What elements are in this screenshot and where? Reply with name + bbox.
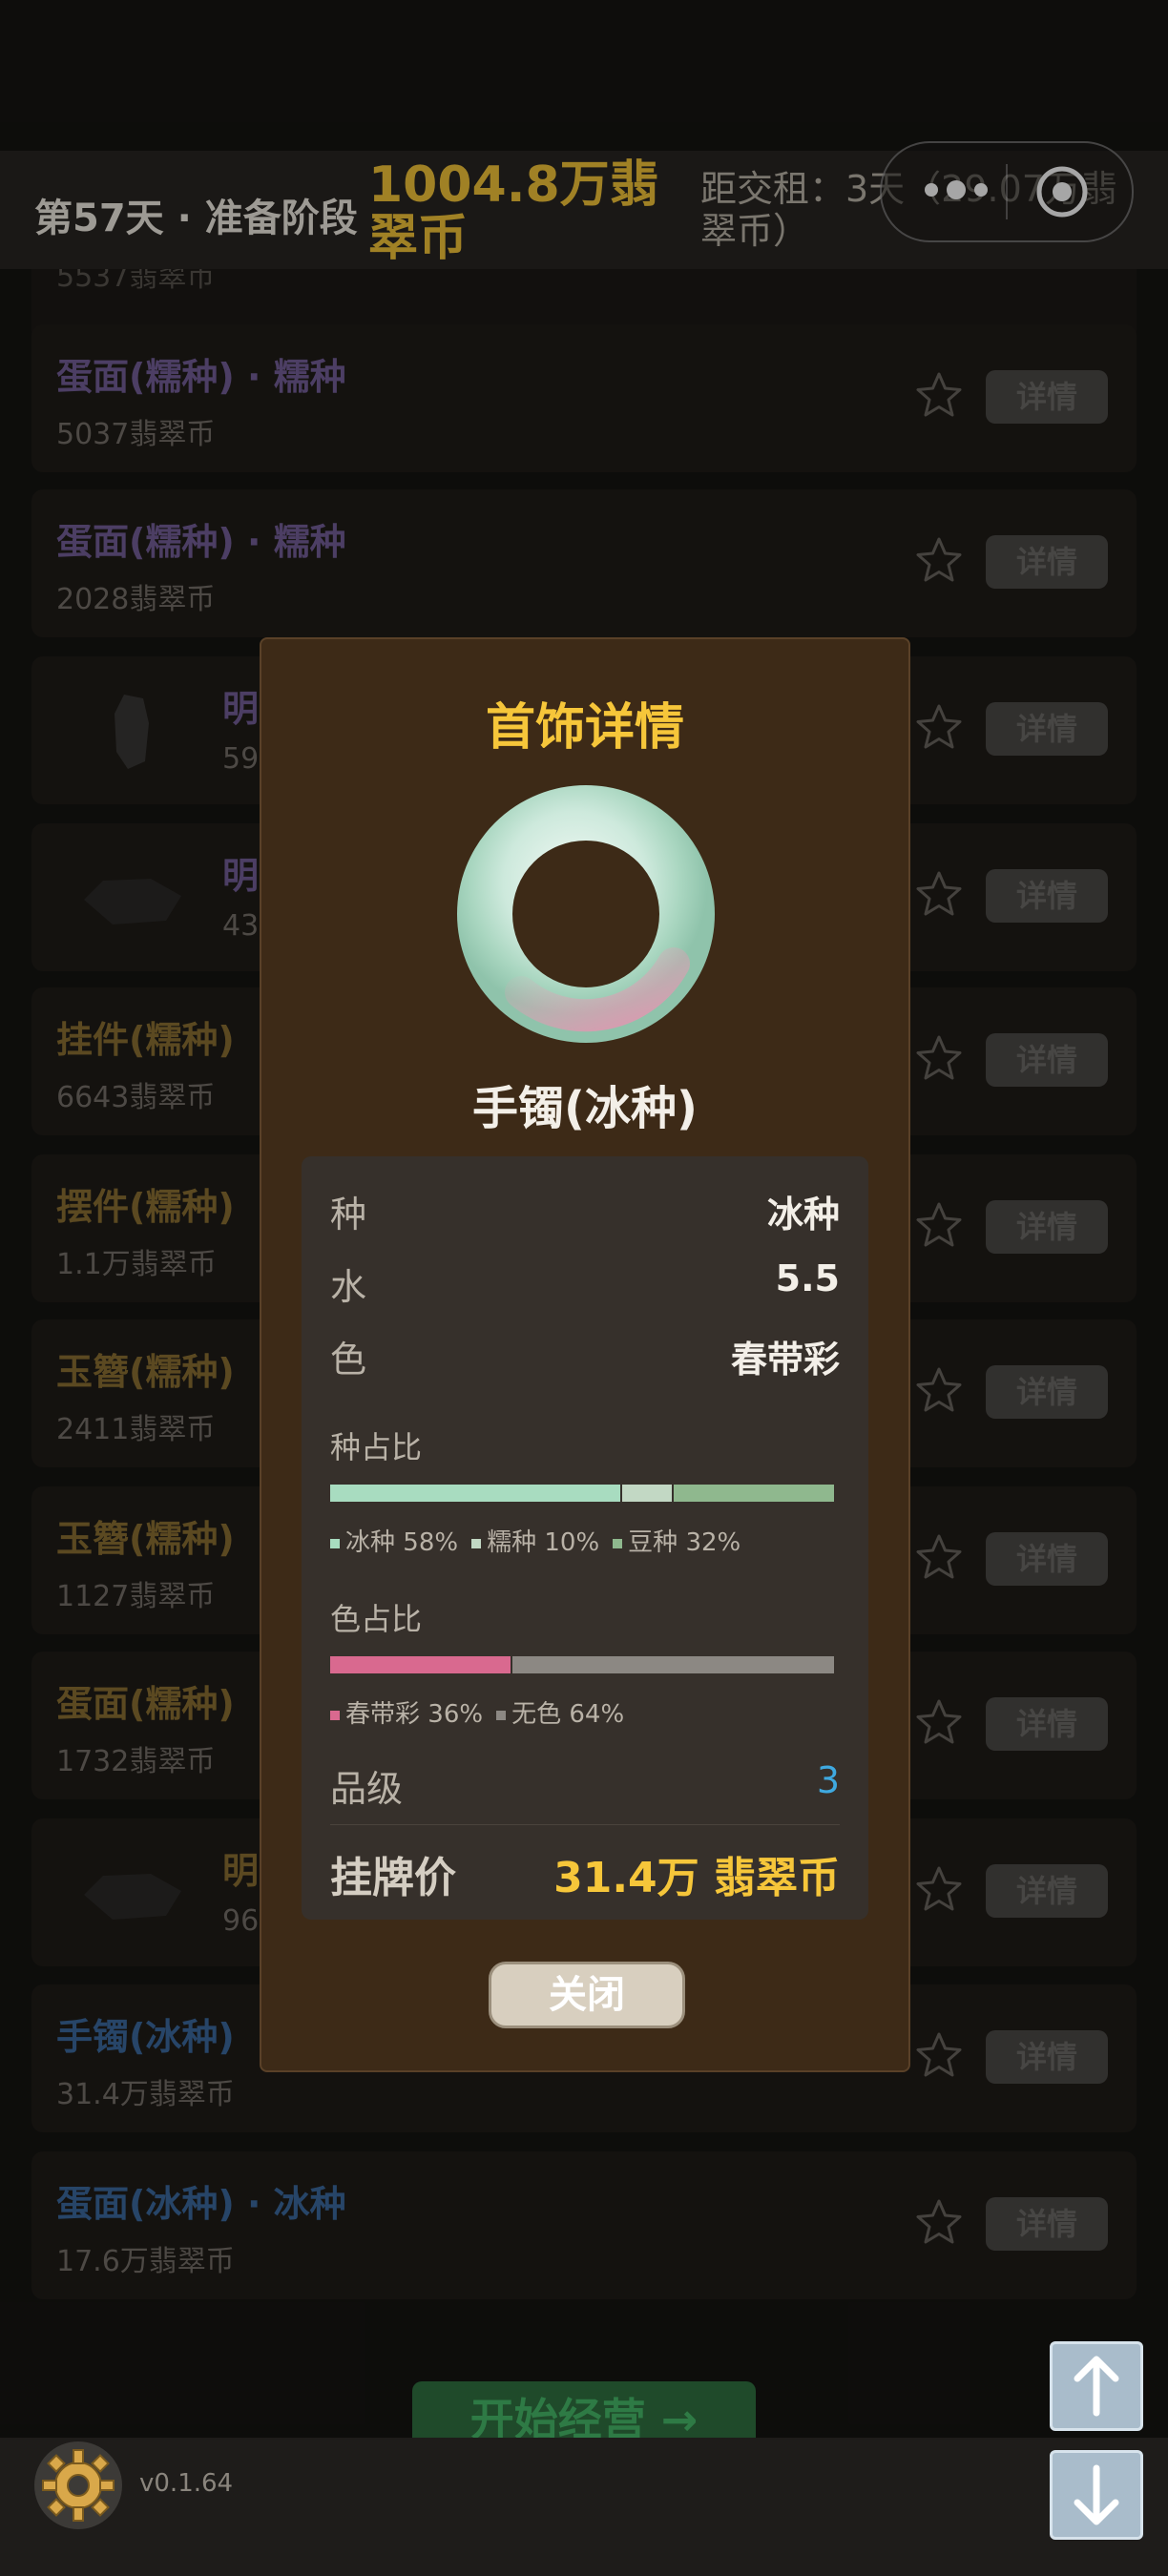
zhong-ratio-title: 种占比	[330, 1429, 423, 1465]
legend-name: 春带彩	[345, 1700, 421, 1729]
price-label: 挂牌价	[330, 1854, 456, 1902]
item-name: 手镯(冰种)	[472, 1082, 698, 1135]
legend-dot-icon	[613, 1538, 623, 1548]
ratio-segment	[330, 1656, 511, 1673]
attr-label: 种	[330, 1194, 367, 1236]
zhong-ratio-bar	[330, 1485, 834, 1502]
ratio-segment	[511, 1656, 834, 1673]
scroll-down-button[interactable]	[1050, 2450, 1143, 2540]
settings-gear-icon[interactable]	[31, 2439, 125, 2532]
legend-name: 冰种	[345, 1528, 396, 1557]
attr-label: 色	[330, 1339, 367, 1381]
jewelry-detail-modal: 首饰详情 手镯(冰种) 种 冰种 水 5.5 色 春带彩 种占比 冰种 58% …	[260, 637, 910, 2072]
attr-value: 5.5	[775, 1257, 840, 1299]
legend-name: 无色	[511, 1700, 562, 1729]
scroll-up-button[interactable]	[1050, 2341, 1143, 2431]
legend-entry: 糯种 10%	[471, 1528, 599, 1557]
attribute-panel: 种 冰种 水 5.5 色 春带彩 种占比 冰种 58% 糯种 10% 豆种 32% …	[302, 1156, 868, 1920]
legend-percent: 32%	[685, 1528, 741, 1557]
legend-percent: 10%	[544, 1528, 600, 1557]
ratio-segment	[619, 1485, 673, 1502]
bottom-bar	[0, 2438, 1168, 2576]
grade-value: 3	[816, 1759, 840, 1801]
arrow-up-icon	[1074, 2356, 1119, 2417]
modal-title: 首饰详情	[485, 699, 684, 757]
se-ratio-title: 色占比	[330, 1601, 423, 1637]
bangle-image	[457, 785, 715, 1043]
attr-label: 水	[330, 1266, 367, 1308]
attr-value: 冰种	[766, 1194, 840, 1236]
close-button[interactable]: 关闭	[489, 1962, 685, 2028]
legend-entry: 豆种 32%	[613, 1528, 740, 1557]
legend-percent: 64%	[569, 1700, 625, 1729]
se-ratio-bar	[330, 1656, 834, 1673]
legend-name: 豆种	[628, 1528, 678, 1557]
legend-percent: 58%	[403, 1528, 459, 1557]
ratio-segment	[672, 1485, 834, 1502]
price-value: 31.4万 翡翠币	[553, 1854, 840, 1902]
legend-entry: 冰种 58%	[330, 1528, 458, 1557]
legend-dot-icon	[496, 1710, 507, 1720]
se-ratio-legend: 春带彩 36% 无色 64%	[330, 1694, 637, 1730]
ratio-segment	[330, 1485, 620, 1502]
legend-entry: 春带彩 36%	[330, 1700, 483, 1729]
legend-dot-icon	[330, 1538, 340, 1548]
legend-entry: 无色 64%	[496, 1700, 624, 1729]
zhong-ratio-legend: 冰种 58% 糯种 10% 豆种 32%	[330, 1523, 754, 1558]
version-label: v0.1.64	[139, 2469, 234, 2498]
legend-name: 糯种	[487, 1528, 537, 1557]
attr-value: 春带彩	[730, 1339, 840, 1381]
legend-percent: 36%	[428, 1700, 484, 1729]
arrow-down-icon	[1074, 2464, 1119, 2525]
divider	[330, 1824, 840, 1825]
legend-dot-icon	[330, 1710, 340, 1720]
grade-label: 品级	[330, 1768, 404, 1810]
legend-dot-icon	[471, 1538, 482, 1548]
